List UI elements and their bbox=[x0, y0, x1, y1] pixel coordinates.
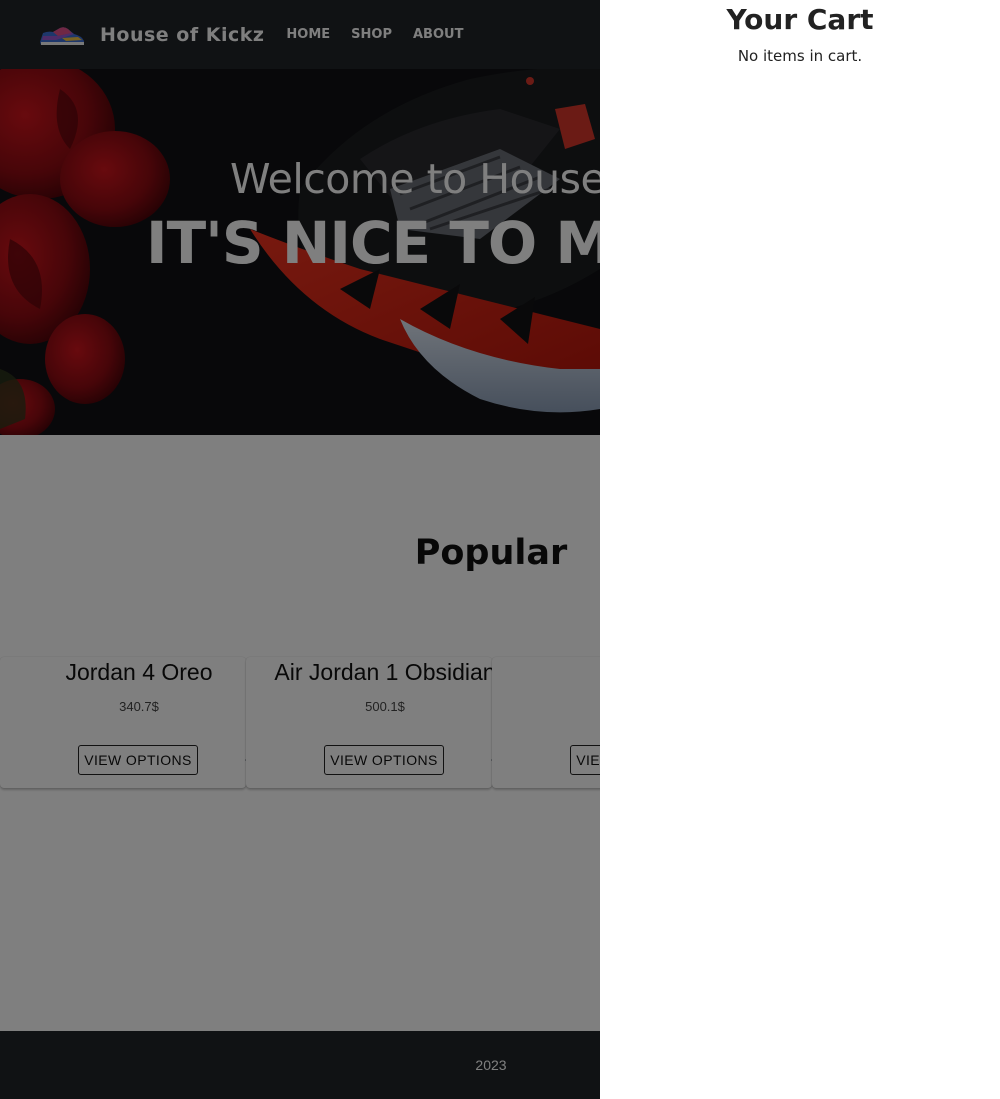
cart-empty-message: No items in cart. bbox=[737, 47, 863, 65]
cart-title: Your Cart bbox=[726, 3, 874, 36]
cart-drawer: Your Cart No items in cart. bbox=[600, 0, 1000, 1099]
